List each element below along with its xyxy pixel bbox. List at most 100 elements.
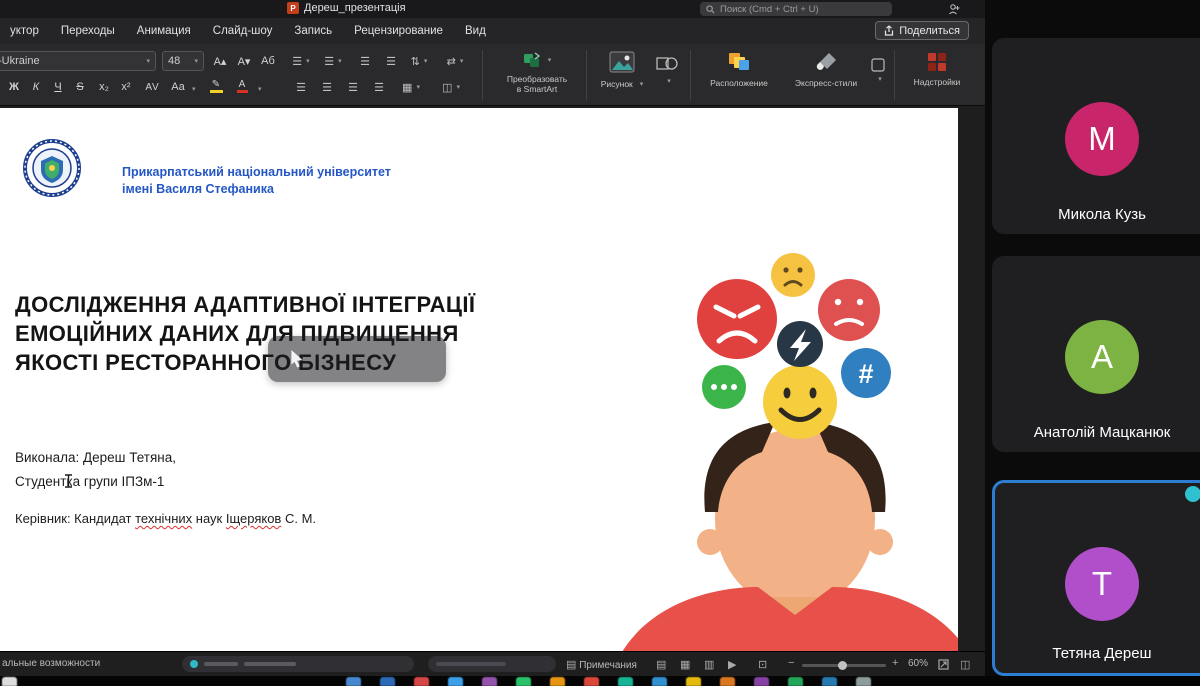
supervisor-name-spellcheck: Іщеряков xyxy=(226,511,282,526)
effects-dropdown-button[interactable]: ▾ xyxy=(868,58,888,83)
normal-view-button[interactable]: ▤ xyxy=(656,658,666,671)
avatar: T xyxy=(1065,547,1139,621)
zoom-in-button[interactable]: + xyxy=(892,657,898,669)
bullets-button[interactable]: ☰▾ xyxy=(290,52,312,70)
font-name-value: -Ukraine xyxy=(0,55,40,67)
smartart-button[interactable]: ▾ Преобразовать в SmartArt xyxy=(494,51,580,94)
dock-app-icon[interactable] xyxy=(584,677,599,686)
quick-styles-label: Экспресс-стили xyxy=(795,78,857,88)
dock-app-icon[interactable] xyxy=(822,677,837,686)
tab-transitions[interactable]: Переходы xyxy=(61,25,115,37)
dock-app-icon[interactable] xyxy=(482,677,497,686)
brush-icon xyxy=(815,52,837,72)
dock-app-icon[interactable] xyxy=(516,677,531,686)
line-spacing-button[interactable]: ⇅▾ xyxy=(408,52,430,70)
superscript-button[interactable]: х² xyxy=(116,78,136,96)
smartart-label-2: в SmartArt xyxy=(507,84,567,94)
slide-sorter-view-button[interactable]: ▦ xyxy=(680,658,690,671)
search-input[interactable]: Поиск (Cmd + Ctrl + U) xyxy=(700,2,892,16)
participant-tile[interactable]: A Анатолій Мацканюк xyxy=(992,256,1200,452)
dock-app-icon[interactable] xyxy=(414,677,429,686)
clear-formatting-button[interactable]: Аб xyxy=(258,52,278,70)
supervisor-line[interactable]: Керівник: Кандидат технічних наук Іщеряк… xyxy=(15,511,316,526)
font-name-select[interactable]: -Ukraine ▾ xyxy=(0,51,156,71)
tab-review[interactable]: Рецензирование xyxy=(354,25,443,37)
meeting-overlay-pill-2 xyxy=(428,656,556,672)
share-button[interactable]: Поделиться xyxy=(875,21,969,40)
dock-app-icon[interactable] xyxy=(856,677,871,686)
participant-name: Анатолій Мацканюк xyxy=(992,424,1200,441)
tab-constructor[interactable]: уктор xyxy=(10,25,39,37)
dock-app-icon[interactable] xyxy=(448,677,463,686)
expand-icon[interactable]: ◫ xyxy=(960,658,970,671)
comments-button[interactable]: ▤ Примечания xyxy=(566,658,637,671)
change-case-button[interactable]: Аа xyxy=(168,78,188,96)
dock-app-icon[interactable] xyxy=(618,677,633,686)
highlight-color-button[interactable]: ✎ xyxy=(206,77,226,95)
font-size-select[interactable]: 48 ▾ xyxy=(162,51,204,71)
overlay-dash xyxy=(204,662,238,666)
bold-button[interactable]: Ж xyxy=(4,78,24,96)
recording-dot-icon xyxy=(190,660,198,668)
arrange-button[interactable]: Расположение xyxy=(700,52,778,88)
underline-button[interactable]: Ч xyxy=(48,78,68,96)
justify-button[interactable]: ☰ xyxy=(368,78,390,96)
align-right-button[interactable]: ☰ xyxy=(342,78,364,96)
align-left-button[interactable]: ☰ xyxy=(290,78,312,96)
dock-app-icon[interactable] xyxy=(2,677,17,686)
share-button-label: Поделиться xyxy=(899,25,960,37)
align-text-button[interactable]: ◫▾ xyxy=(440,78,462,96)
text-direction-button[interactable]: ⇄▾ xyxy=(444,52,466,70)
slideshow-view-button[interactable]: ▶ xyxy=(728,658,736,671)
addins-icon xyxy=(927,52,947,72)
dock-app-icon[interactable] xyxy=(346,677,361,686)
dock-app-icon[interactable] xyxy=(754,677,769,686)
picture-button[interactable]: Рисунок ▾ xyxy=(596,51,648,89)
smartart-icon xyxy=(523,51,541,69)
author-block[interactable]: Виконала: Дереш Тетяна, Студентка групи … xyxy=(15,446,176,494)
increase-font-button[interactable]: А▴ xyxy=(210,52,230,70)
character-spacing-button[interactable]: АV xyxy=(142,78,162,96)
university-name[interactable]: Прикарпатський національний університет … xyxy=(122,164,391,198)
columns-button[interactable]: ▦▾ xyxy=(400,78,422,96)
numbering-button[interactable]: ☰▾ xyxy=(322,52,344,70)
strikethrough-button[interactable]: S xyxy=(70,78,90,96)
addins-button[interactable]: Надстройки xyxy=(904,52,970,87)
fit-slide-icon[interactable] xyxy=(938,659,949,670)
tab-record[interactable]: Запись xyxy=(294,25,332,37)
powerpoint-window: P Дереш_презентація Поиск (Cmd + Ctrl + … xyxy=(0,0,985,676)
dock-app-icon[interactable] xyxy=(652,677,667,686)
tab-slideshow[interactable]: Слайд-шоу xyxy=(213,25,273,37)
dock-app-icon[interactable] xyxy=(686,677,701,686)
slide-canvas[interactable]: Прикарпатський національний університет … xyxy=(0,108,958,651)
share-icon xyxy=(884,25,894,36)
italic-button[interactable]: К xyxy=(26,78,46,96)
decrease-font-button[interactable]: А▾ xyxy=(234,52,254,70)
macos-dock xyxy=(0,676,1200,686)
tab-animation[interactable]: Анимация xyxy=(137,25,191,37)
tab-view[interactable]: Вид xyxy=(465,25,486,37)
participant-tile[interactable]: M Микола Кузь xyxy=(992,38,1200,234)
align-center-button[interactable]: ☰ xyxy=(316,78,338,96)
zoom-out-button[interactable]: − xyxy=(788,657,794,669)
zoom-slider-knob[interactable] xyxy=(838,661,847,670)
participant-name: Микола Кузь xyxy=(992,206,1200,223)
subscript-button[interactable]: х₂ xyxy=(94,78,114,96)
font-color-button[interactable]: А xyxy=(232,77,252,95)
increase-indent-button[interactable]: ☰ xyxy=(380,52,402,70)
presenter-view-icon[interactable]: ⊡ xyxy=(758,658,767,671)
dock-app-icon[interactable] xyxy=(550,677,565,686)
participant-tile-active-speaker[interactable]: T Тетяна Дереш xyxy=(992,480,1200,676)
slide-title-line1: ДОСЛІДЖЕННЯ АДАПТИВНОЇ ІНТЕГРАЦІЇ xyxy=(15,290,615,319)
dock-app-icon[interactable] xyxy=(788,677,803,686)
reading-view-button[interactable]: ▥ xyxy=(704,658,714,671)
dock-app-icon[interactable] xyxy=(380,677,395,686)
zoom-slider[interactable] xyxy=(802,664,886,667)
author-line2: Студентка групи ІПЗм-1 xyxy=(15,470,176,494)
overlay-dash xyxy=(244,662,296,666)
powerpoint-icon: P xyxy=(287,2,299,14)
dock-app-icon[interactable] xyxy=(720,677,735,686)
decrease-indent-button[interactable]: ☰ xyxy=(354,52,376,70)
shapes-button[interactable]: ▾ xyxy=(652,54,682,85)
quick-styles-button[interactable]: Экспресс-стили xyxy=(784,52,868,88)
